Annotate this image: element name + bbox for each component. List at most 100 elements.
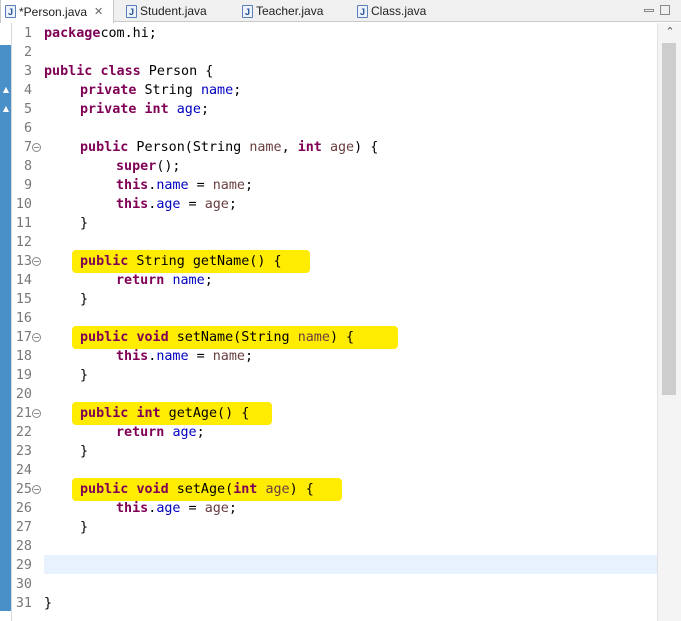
tab-class-java[interactable]: J Class.java xyxy=(353,0,453,22)
code-token: ; xyxy=(245,178,254,193)
chevron-up-icon[interactable]: ⌃ xyxy=(658,23,681,41)
code-token: public xyxy=(80,406,129,421)
line-number: 13 xyxy=(15,254,32,269)
code-token: } xyxy=(80,368,89,383)
line-number: 7 xyxy=(23,140,32,155)
code-token: public xyxy=(80,330,129,345)
code-line: } xyxy=(44,214,88,233)
code-token: this xyxy=(116,197,149,212)
fold-toggle-icon[interactable]: − xyxy=(32,257,41,266)
code-line: } xyxy=(44,290,88,309)
code-token: int xyxy=(136,406,161,421)
code-token: name xyxy=(212,178,245,193)
editor-tab-bar: J *Person.java ✕ J Student.java J Teache… xyxy=(0,0,681,23)
line-number: 20 xyxy=(15,387,32,402)
line-number: 8 xyxy=(23,159,32,174)
line-number: 16 xyxy=(15,311,32,326)
java-file-icon: J xyxy=(126,4,137,18)
fold-toggle-icon[interactable]: − xyxy=(32,333,41,342)
code-line: } xyxy=(44,442,88,461)
code-token: setAge( xyxy=(168,482,234,497)
tab-person-java[interactable]: J *Person.java ✕ xyxy=(0,0,114,23)
line-number: 5 xyxy=(23,102,32,117)
line-number: 14 xyxy=(15,273,32,288)
code-token: ) { xyxy=(329,330,355,345)
code-token: Person { xyxy=(140,64,214,79)
fold-toggle-icon[interactable]: − xyxy=(32,409,41,418)
code-line: public String getName() { xyxy=(44,252,282,271)
code-token: = xyxy=(180,197,205,212)
code-line: public Person(String name, int age) { xyxy=(44,138,378,157)
warning-marker-icon[interactable]: ▲ xyxy=(1,84,11,96)
line-number: 12 xyxy=(15,235,32,250)
line-number: 17 xyxy=(15,330,32,345)
tab-teacher-java[interactable]: J Teacher.java xyxy=(238,0,348,22)
code-token: age xyxy=(156,501,181,516)
line-number: 29 xyxy=(15,558,32,573)
line-number: 24 xyxy=(15,463,32,478)
maximize-icon[interactable] xyxy=(660,5,670,15)
java-file-icon: J xyxy=(357,4,368,18)
fold-toggle-icon[interactable]: − xyxy=(32,143,41,152)
code-token: age xyxy=(265,482,290,497)
code-token: ; xyxy=(204,273,213,288)
code-line: super(); xyxy=(44,157,181,176)
code-token: age xyxy=(172,425,197,440)
code-token: name xyxy=(297,330,330,345)
minimize-icon[interactable] xyxy=(644,9,654,12)
tab-label: Class.java xyxy=(371,4,427,18)
fold-toggle-icon[interactable]: − xyxy=(32,485,41,494)
line-number: 21 xyxy=(15,406,32,421)
code-token: void xyxy=(136,330,169,345)
tab-student-java[interactable]: J Student.java xyxy=(122,0,232,22)
line-number: 22 xyxy=(15,425,32,440)
line-number: 9 xyxy=(23,178,32,193)
code-line: } xyxy=(44,594,52,613)
code-token: ; xyxy=(245,349,254,364)
vertical-scrollbar[interactable]: ⌃ xyxy=(657,23,681,621)
tab-label: *Person.java xyxy=(19,4,88,19)
code-token: name xyxy=(156,349,189,364)
code-token: age xyxy=(204,501,229,516)
code-token: } xyxy=(44,596,53,611)
close-icon[interactable]: ✕ xyxy=(94,5,103,18)
code-token: age xyxy=(204,197,229,212)
code-token: String getName() { xyxy=(128,254,282,269)
line-number: 26 xyxy=(15,501,32,516)
line-number: 23 xyxy=(15,444,32,459)
line-number: 3 xyxy=(23,64,32,79)
code-token: } xyxy=(80,216,89,231)
tab-label: Student.java xyxy=(140,4,207,18)
code-token: this xyxy=(116,349,149,364)
line-number: 18 xyxy=(15,349,32,364)
line-number: 10 xyxy=(15,197,32,212)
java-file-icon: J xyxy=(5,5,16,18)
code-token: private xyxy=(80,83,137,98)
code-token: public xyxy=(80,140,129,155)
warning-marker-icon[interactable]: ▲ xyxy=(1,103,11,115)
code-token: String xyxy=(136,83,201,98)
code-token: name xyxy=(172,273,205,288)
line-number: 30 xyxy=(15,577,32,592)
code-token: (); xyxy=(156,159,181,174)
scrollbar-thumb[interactable] xyxy=(662,43,676,395)
code-token: = xyxy=(188,178,213,193)
code-line: this.age = age; xyxy=(44,499,237,518)
code-token: name xyxy=(212,349,245,364)
code-line: private int age; xyxy=(44,100,209,119)
code-line: return name; xyxy=(44,271,213,290)
line-number: 15 xyxy=(15,292,32,307)
code-token: int xyxy=(233,482,258,497)
code-token: setName(String xyxy=(168,330,298,345)
code-token: public xyxy=(80,254,129,269)
code-token: } xyxy=(80,292,89,307)
code-token: void xyxy=(136,482,169,497)
tab-label: Teacher.java xyxy=(256,4,324,18)
code-token: = xyxy=(180,501,205,516)
line-number: 28 xyxy=(15,539,32,554)
code-token: age xyxy=(176,102,201,117)
code-token: ; xyxy=(233,83,242,98)
code-token: , xyxy=(281,140,298,155)
